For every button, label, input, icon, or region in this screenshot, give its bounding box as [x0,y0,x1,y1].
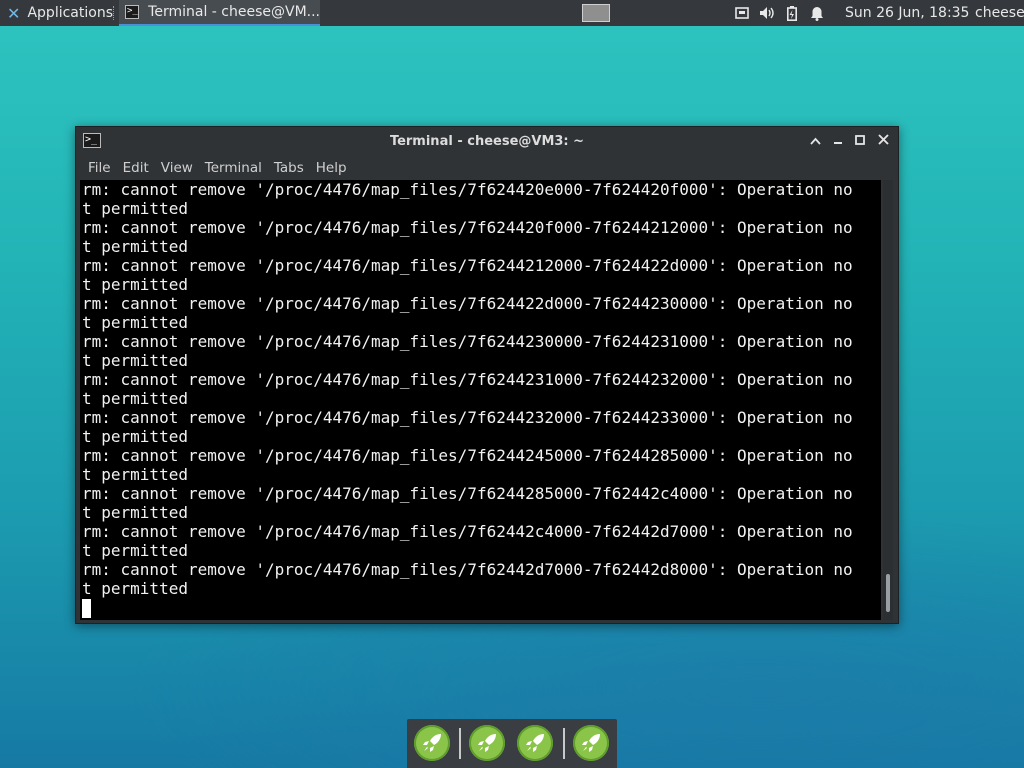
dock-panel [407,719,617,768]
terminal-line: rm: cannot remove '/proc/4476/map_files/… [82,256,853,275]
menu-terminal[interactable]: Terminal [205,160,262,176]
launcher-4[interactable] [573,725,609,761]
terminal-line: rm: cannot remove '/proc/4476/map_files/… [82,484,853,503]
terminal-line: t permitted [82,465,188,484]
panel-separator [113,6,118,20]
terminal-line: t permitted [82,313,188,332]
system-tray [731,0,831,26]
terminal-text: rm: cannot remove '/proc/4476/map_files/… [80,180,881,598]
applications-menu-button[interactable]: ✕ Applications [0,0,113,26]
terminal-line: rm: cannot remove '/proc/4476/map_files/… [82,370,853,389]
terminal-line: rm: cannot remove '/proc/4476/map_files/… [82,180,853,199]
xfce-logo-icon: ✕ [7,3,21,23]
rocket-icon [423,734,441,752]
volume-icon[interactable] [756,0,778,26]
terminal-line: t permitted [82,237,188,256]
top-panel: ✕ Applications >_ Terminal - cheese@VM..… [0,0,1024,26]
window-titlebar[interactable]: >_ Terminal - cheese@VM3: ~ [76,127,898,157]
scrollbar-thumb[interactable] [886,574,890,612]
terminal-line: rm: cannot remove '/proc/4476/map_files/… [82,446,853,465]
terminal-line: t permitted [82,275,188,294]
terminal-line: t permitted [82,351,188,370]
minimize-icon[interactable] [829,133,847,151]
terminal-line: rm: cannot remove '/proc/4476/map_files/… [82,332,853,351]
terminal-output[interactable]: rm: cannot remove '/proc/4476/map_files/… [80,180,881,620]
workspace-switcher[interactable] [582,4,610,22]
launcher-2[interactable] [469,725,505,761]
rocket-icon [478,734,496,752]
menu-view[interactable]: View [161,160,193,176]
window-title: Terminal - cheese@VM3: ~ [389,134,585,149]
terminal-line: rm: cannot remove '/proc/4476/map_files/… [82,522,853,541]
menu-tabs[interactable]: Tabs [274,160,304,176]
close-icon[interactable] [874,133,892,151]
taskbar-terminal-button[interactable]: >_ Terminal - cheese@VM... [119,0,320,26]
menu-help[interactable]: Help [316,160,347,176]
launcher-1[interactable] [414,725,450,761]
terminal-line: t permitted [82,541,188,560]
launcher-3[interactable] [517,725,553,761]
maximize-up-icon[interactable] [806,133,824,151]
terminal-line: t permitted [82,427,188,446]
notification-bell-icon[interactable] [806,0,828,26]
terminal-icon: >_ [125,5,140,19]
terminal-line: t permitted [82,503,188,522]
rocket-icon [526,734,544,752]
terminal-line: t permitted [82,579,188,598]
menu-file[interactable]: File [88,160,111,176]
network-icon[interactable] [731,0,753,26]
dock-separator [459,728,461,759]
terminal-line: t permitted [82,199,188,218]
terminal-window: >_ Terminal - cheese@VM3: ~ File Edit Vi… [75,126,899,624]
maximize-icon[interactable] [851,133,869,151]
clock[interactable]: Sun 26 Jun, 18:35 [845,0,969,26]
battery-icon[interactable] [781,0,803,26]
terminal-line: rm: cannot remove '/proc/4476/map_files/… [82,560,853,579]
terminal-scrollbar[interactable] [883,180,893,620]
terminal-line: rm: cannot remove '/proc/4476/map_files/… [82,294,853,313]
text-cursor [82,599,91,618]
dock-separator [563,728,565,759]
user-menu[interactable]: cheese [975,0,1024,26]
terminal-line: rm: cannot remove '/proc/4476/map_files/… [82,218,853,237]
menu-bar: File Edit View Terminal Tabs Help [76,157,898,179]
terminal-line: t permitted [82,389,188,408]
applications-label: Applications [27,5,113,21]
taskbar-terminal-label: Terminal - cheese@VM... [148,4,320,20]
menu-edit[interactable]: Edit [123,160,149,176]
terminal-line: rm: cannot remove '/proc/4476/map_files/… [82,408,853,427]
rocket-icon [582,734,600,752]
